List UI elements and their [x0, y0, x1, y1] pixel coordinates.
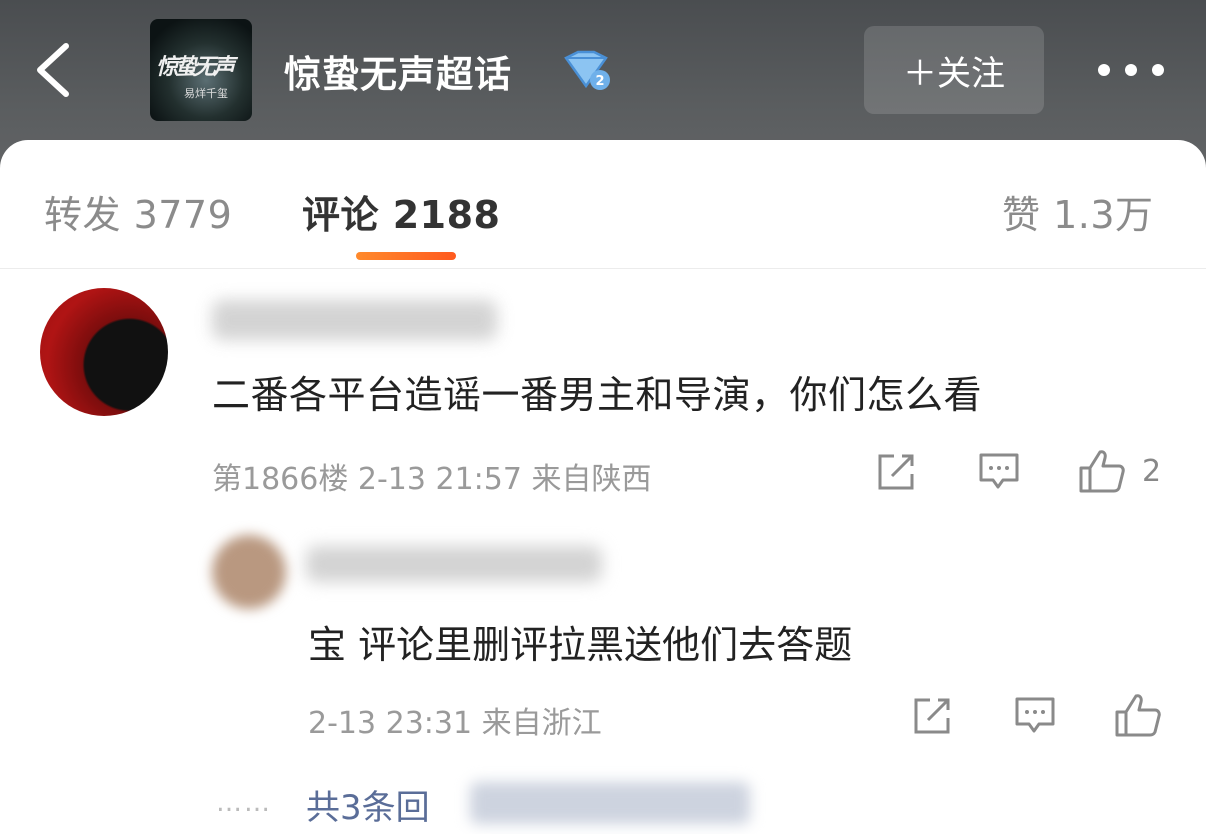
reply-meta: 2-13 23:31 来自浙江 — [308, 706, 602, 741]
reply-avatar[interactable] — [212, 535, 286, 609]
tab-comments[interactable]: 评论 2188 — [302, 184, 501, 239]
cover-title: 惊蛰无声 — [156, 54, 235, 80]
reply-text: 宝 评论里删评拉黑送他们去答题 — [308, 623, 853, 667]
more-replies-redacted — [470, 782, 750, 824]
chevron-left-icon[interactable] — [28, 38, 84, 102]
more-dots-icon[interactable] — [1094, 58, 1168, 82]
more-replies-link[interactable]: 共3条回 — [306, 780, 430, 829]
active-tab-indicator — [356, 252, 456, 260]
comment-text: 二番各平台造谣一番男主和导演，你们怎么看 — [212, 373, 983, 417]
tab-likes[interactable]: 赞 1.3万 — [1002, 184, 1154, 239]
reply-comment-icon[interactable] — [1014, 696, 1056, 736]
reply-username-redacted[interactable] — [306, 546, 602, 582]
reply-icon[interactable] — [978, 452, 1020, 492]
cover-subtitle: 易烊千玺 — [184, 87, 228, 100]
comment-meta: 第1866楼 2-13 21:57 来自陕西 — [212, 462, 652, 497]
share-icon[interactable] — [876, 452, 918, 492]
username-redacted[interactable] — [212, 300, 497, 340]
topic-title[interactable]: 惊蛰无声超话 — [284, 44, 512, 98]
topic-cover-image[interactable]: 惊蛰无声 易烊千玺 — [150, 19, 252, 121]
like-count: 2 — [1142, 454, 1162, 489]
svg-text:2: 2 — [595, 74, 604, 89]
thread-dots: …… — [216, 788, 272, 818]
follow-button[interactable]: ＋关注 — [864, 26, 1044, 114]
diamond-level-2-icon: 2 — [564, 50, 610, 90]
tab-divider — [0, 268, 1206, 269]
like-icon[interactable] — [1078, 448, 1126, 494]
avatar[interactable] — [40, 288, 168, 416]
reply-share-icon[interactable] — [912, 696, 954, 736]
reply-like-icon[interactable] — [1114, 692, 1162, 738]
tab-repost[interactable]: 转发 3779 — [44, 184, 232, 239]
